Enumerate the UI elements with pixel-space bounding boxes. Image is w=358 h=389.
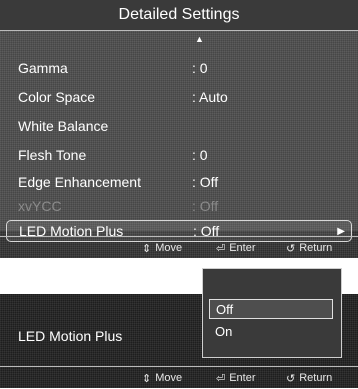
- move-hint: ⇕ Move: [142, 242, 182, 255]
- menu-item-gamma[interactable]: Gamma : 0: [6, 56, 350, 80]
- enter-hint: ⏎ Enter: [216, 372, 256, 385]
- menu-item-color-space[interactable]: Color Space : Auto: [6, 85, 350, 109]
- option-dropdown: Off On: [202, 268, 342, 358]
- detailed-settings-panel: Detailed Settings ▲ Gamma : 0 Color Spac…: [0, 0, 358, 258]
- menu-item-value: : Auto: [192, 89, 228, 105]
- enter-icon: ⏎: [216, 242, 226, 255]
- menu-item-value: : 0: [192, 147, 208, 163]
- navigation-footer-bottom: ⇕ Move ⏎ Enter ↺ Return: [0, 366, 358, 389]
- move-icon: ⇕: [142, 242, 152, 255]
- return-label: Return: [299, 372, 333, 384]
- scroll-up-icon[interactable]: ▲: [195, 34, 204, 44]
- option-off[interactable]: Off: [209, 299, 333, 319]
- return-label: Return: [299, 242, 333, 254]
- navigation-footer: ⇕ Move ⏎ Enter ↺ Return: [0, 236, 358, 259]
- move-hint: ⇕ Move: [142, 372, 182, 385]
- menu-item-value: : 0: [192, 60, 208, 76]
- menu-item-label: White Balance: [18, 118, 109, 134]
- menu-item-edge-enhancement[interactable]: Edge Enhancement : Off: [6, 170, 350, 194]
- move-label: Move: [155, 242, 183, 254]
- menu-item-label: Color Space: [18, 89, 96, 105]
- menu-item-label: Gamma: [18, 60, 68, 76]
- move-icon: ⇕: [142, 372, 152, 385]
- menu-item-label: Edge Enhancement: [18, 174, 141, 190]
- return-icon: ↺: [286, 372, 296, 385]
- return-hint: ↺ Return: [286, 242, 332, 255]
- menu-item-value: : Off: [192, 174, 219, 190]
- menu-item-value: : Off: [192, 198, 219, 214]
- enter-label: Enter: [229, 242, 256, 254]
- return-hint: ↺ Return: [286, 372, 332, 385]
- setting-label: LED Motion Plus: [18, 328, 123, 344]
- option-on[interactable]: On: [209, 321, 333, 341]
- enter-label: Enter: [229, 372, 256, 384]
- move-label: Move: [155, 372, 183, 384]
- menu-item-label: xvYCC: [18, 198, 62, 214]
- enter-icon: ⏎: [216, 372, 226, 385]
- menu-item-white-balance[interactable]: White Balance: [6, 114, 350, 138]
- return-icon: ↺: [286, 242, 296, 255]
- menu-item-label: Flesh Tone: [18, 147, 87, 163]
- menu-title: Detailed Settings: [0, 0, 358, 31]
- menu-item-xvycc: xvYCC : Off: [6, 194, 350, 218]
- menu-item-flesh-tone[interactable]: Flesh Tone : 0: [6, 143, 350, 167]
- chevron-right-icon: ▶: [337, 225, 345, 237]
- enter-hint: ⏎ Enter: [216, 242, 256, 255]
